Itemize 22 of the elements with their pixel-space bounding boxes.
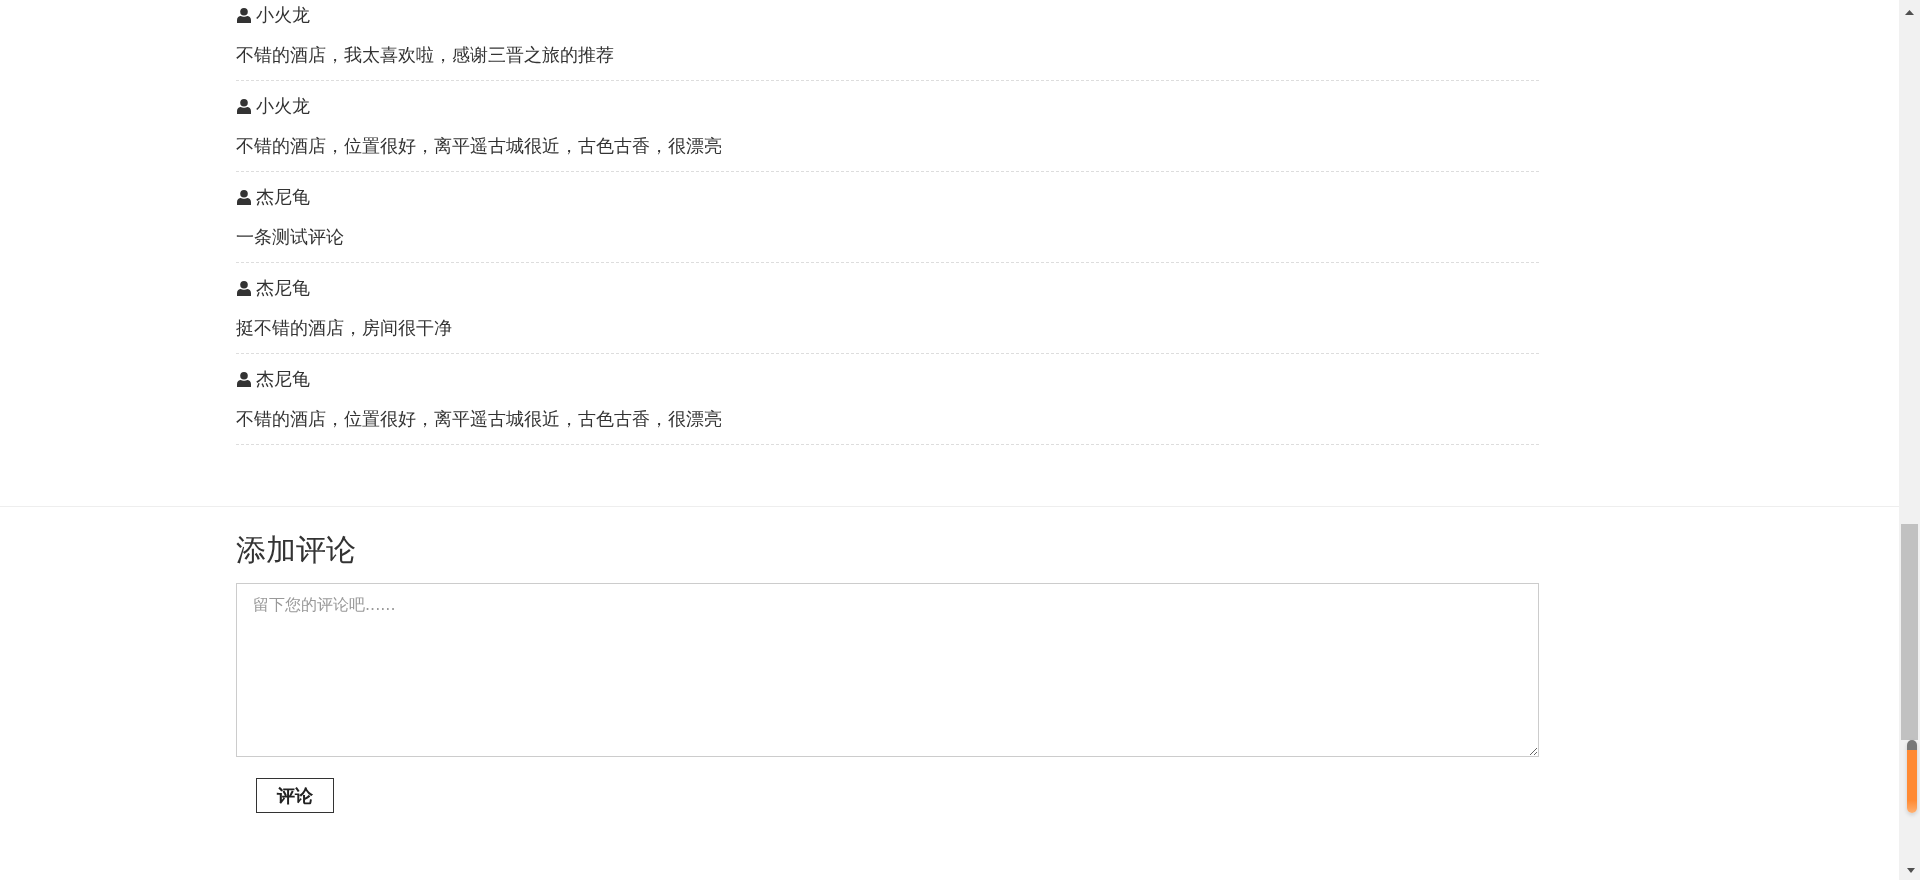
- section-heading: 添加评论: [236, 532, 356, 568]
- comment-text: 不错的酒店，位置很好，离平遥古城很近，古色古香，很漂亮: [236, 135, 723, 158]
- scroll-up-arrow-icon[interactable]: [1905, 10, 1914, 15]
- user-icon: [237, 7, 251, 23]
- user-icon: [237, 280, 251, 296]
- comment-text: 一条测试评论: [236, 226, 345, 249]
- username: 杰尼龟: [256, 368, 310, 391]
- username: 杰尼龟: [256, 186, 310, 209]
- user-icon: [237, 189, 251, 205]
- scroll-down-arrow-icon[interactable]: [1907, 868, 1915, 873]
- user-icon: [237, 98, 251, 114]
- comment-text: 挺不错的酒店，房间很干净: [236, 317, 453, 340]
- username: 杰尼龟: [256, 277, 310, 300]
- comment-input[interactable]: 留下您的评论吧......: [236, 583, 1539, 757]
- submit-button[interactable]: 评论: [256, 778, 334, 813]
- scrollbar-thumb[interactable]: [1901, 524, 1918, 740]
- scrollbar[interactable]: [1899, 0, 1920, 880]
- comment-text: 不错的酒店，我太喜欢啦，感谢三晋之旅的推荐: [236, 44, 615, 67]
- user-icon: [237, 371, 251, 387]
- comment-text: 不错的酒店，位置很好，离平遥古城很近，古色古香，很漂亮: [236, 408, 723, 431]
- username: 小火龙: [256, 95, 310, 118]
- username: 小火龙: [256, 4, 310, 27]
